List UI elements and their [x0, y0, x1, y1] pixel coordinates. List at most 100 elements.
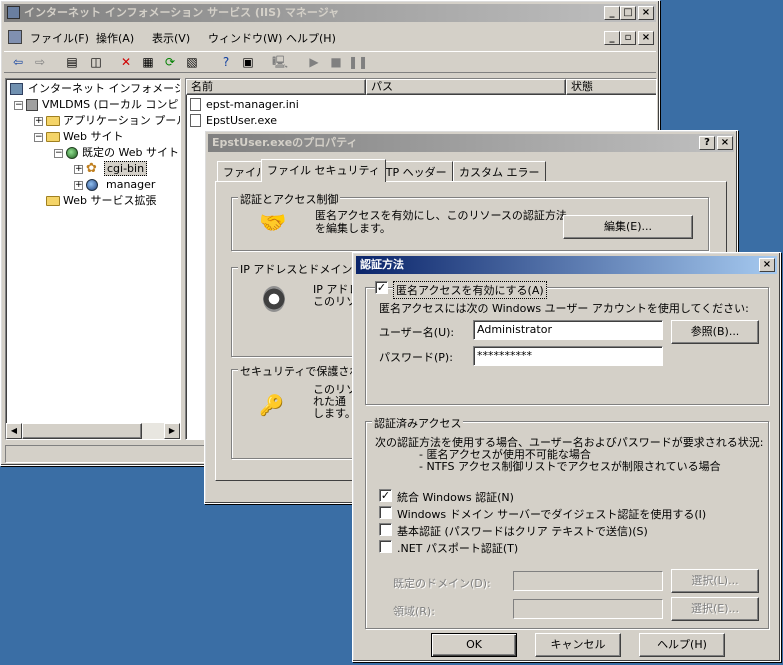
exe-file-icon — [190, 114, 201, 127]
server-icon — [26, 99, 38, 111]
mmc-icon-2[interactable]: ▣ — [238, 52, 258, 72]
help-button-label: ヘルプ(H) — [657, 638, 707, 651]
forward-icon[interactable]: ⇨ — [30, 52, 50, 72]
col-header-path[interactable]: パス — [366, 79, 566, 95]
password-label: パスワード(P): — [379, 351, 453, 364]
show-tree-icon[interactable]: ◫ — [86, 52, 106, 72]
tab-custom-errors[interactable]: カスタム エラー — [453, 161, 546, 181]
menu-view[interactable]: 表示(V) — [152, 30, 190, 46]
minimize-button[interactable]: _ — [604, 6, 620, 20]
col-header-status[interactable]: 状態 — [566, 79, 656, 95]
realm-label: 領域(R): — [393, 605, 435, 618]
realm-input[interactable] — [513, 599, 663, 619]
col-status-label: 状態 — [571, 80, 593, 93]
tree-server[interactable]: VMLDMS (ローカル コンピ — [26, 97, 178, 113]
list-item[interactable]: epst-manager.ini — [190, 97, 299, 113]
basic-checkbox[interactable] — [379, 523, 392, 536]
key-icon: 🔑 — [259, 393, 284, 417]
cancel-button[interactable]: キャンセル — [535, 633, 621, 657]
expand-server-icon[interactable]: − — [14, 101, 23, 110]
expand-manager-icon[interactable]: + — [74, 181, 83, 190]
tree-web-sites[interactable]: Web サイト — [46, 129, 123, 145]
help-icon[interactable]: ? — [216, 52, 236, 72]
tree-root[interactable]: インターネット インフォメーション — [10, 81, 180, 97]
anon-checkbox[interactable]: ✓ — [375, 281, 388, 294]
folder-icon — [46, 132, 60, 142]
default-domain-input[interactable] — [513, 571, 663, 591]
help-button[interactable]: ヘルプ(H) — [639, 633, 725, 657]
gear-icon: ✿ — [86, 161, 97, 176]
expand-cgi-bin-icon[interactable]: + — [74, 165, 83, 174]
back-icon[interactable]: ⇦ — [8, 52, 28, 72]
tab-file-security[interactable]: ファイル セキュリティ — [261, 159, 386, 182]
integrated-label[interactable]: 統合 Windows 認証(N) — [397, 489, 514, 505]
scroll-thumb[interactable] — [22, 423, 142, 439]
child-restore-button[interactable]: ▫ — [620, 31, 636, 45]
export-icon[interactable]: ▧ — [182, 52, 202, 72]
tree-manager[interactable]: manager — [86, 177, 155, 193]
properties-icon[interactable]: ▦ — [138, 52, 158, 72]
cancel-button-label: キャンセル — [550, 638, 606, 651]
delete-icon[interactable]: ✕ — [116, 52, 136, 72]
password-input[interactable]: ********** — [473, 346, 663, 366]
menu-file[interactable]: ファイル(F) — [30, 30, 89, 46]
up-folder-icon[interactable]: ▤ — [62, 52, 82, 72]
tree-cgi-bin[interactable]: ✿ cgi-bin — [86, 161, 148, 177]
properties-title-text: EpstUser.exeのプロパティ — [212, 136, 358, 149]
tree-web-ext[interactable]: Web サービス拡張 — [46, 193, 156, 209]
username-input[interactable]: Administrator — [473, 320, 663, 340]
ok-button[interactable]: OK — [431, 633, 517, 657]
iis-title-bar[interactable]: インターネット インフォメーション サービス (IIS) マネージャ — [4, 4, 656, 22]
col-name-label: 名前 — [191, 80, 213, 93]
tree-default-site[interactable]: 既定の Web サイト — [66, 145, 179, 161]
child-close-button[interactable]: × — [638, 31, 654, 45]
passport-label[interactable]: .NET パスポート認証(T) — [397, 540, 518, 556]
maximize-button[interactable]: □ — [620, 6, 636, 20]
expand-web-sites-icon[interactable]: − — [34, 133, 43, 142]
expand-app-pool-icon[interactable]: + — [34, 117, 43, 126]
pause-icon[interactable]: ❚❚ — [348, 52, 368, 72]
integrated-checkbox[interactable]: ✓ — [379, 489, 392, 502]
props-tab-strip: ファイル ファイル セキュリティ HTTP ヘッダー カスタム エラー — [215, 159, 725, 182]
tab-custom-errors-label: カスタム エラー — [459, 166, 540, 179]
select-domain-button[interactable]: 選択(L)... — [671, 569, 759, 593]
edit-button[interactable]: 編集(E)... — [563, 215, 693, 239]
col-header-name[interactable]: 名前 — [186, 79, 366, 95]
menu-window[interactable]: ウィンドウ(W) — [208, 30, 282, 46]
menu-help[interactable]: ヘルプ(H) — [286, 30, 336, 46]
digest-checkbox[interactable] — [379, 506, 392, 519]
scroll-right-button[interactable]: ▶ — [164, 423, 180, 439]
passport-checkbox[interactable] — [379, 540, 392, 553]
digest-label[interactable]: Windows ドメイン サーバーでダイジェスト認証を使用する(I) — [397, 506, 706, 522]
props-help-button[interactable]: ? — [699, 136, 715, 150]
refresh-icon[interactable]: ⟳ — [160, 52, 180, 72]
child-minimize-button[interactable]: _ — [604, 31, 620, 45]
select-realm-button[interactable]: 選択(E)... — [671, 597, 759, 621]
tree-cgi-bin-label: cgi-bin — [104, 161, 148, 176]
lock-icon — [263, 286, 285, 312]
expand-default-site-icon[interactable]: − — [54, 149, 63, 158]
menu-action[interactable]: 操作(A) — [96, 30, 134, 46]
handshake-icon: 🤝 — [259, 211, 287, 236]
ini-file-icon — [190, 98, 201, 111]
folder-icon — [46, 116, 60, 126]
scroll-left-button[interactable]: ◀ — [6, 423, 22, 439]
play-icon[interactable]: ▶ — [304, 52, 324, 72]
auth-close-button[interactable]: × — [759, 258, 775, 272]
menu-bar: ファイル(F) 操作(A) 表示(V) ウィンドウ(W) ヘルプ(H) _ ▫ … — [4, 27, 656, 47]
list-item[interactable]: EpstUser.exe — [190, 113, 277, 129]
stop-icon[interactable]: ■ — [326, 52, 346, 72]
auth-title-bar[interactable]: 認証方法 — [356, 256, 777, 274]
auth-methods-dialog: 認証方法 × ✓ 匿名アクセスを有効にする(A) 匿名アクセスには次の Wind… — [352, 252, 781, 662]
anon-checkbox-label[interactable]: 匿名アクセスを有効にする(A) — [393, 281, 547, 299]
tree-app-pool[interactable]: アプリケーション プール — [46, 113, 180, 129]
tree-hscroll[interactable]: ◀ ▶ — [6, 423, 180, 439]
properties-title-bar[interactable]: EpstUser.exeのプロパティ — [208, 134, 734, 152]
browse-button[interactable]: 参照(B)... — [671, 320, 759, 344]
basic-label[interactable]: 基本認証 (パスワードはクリア テキストで送信)(S) — [397, 523, 648, 539]
close-button[interactable]: × — [638, 6, 654, 20]
computer-icon[interactable]: 🖳 — [270, 52, 290, 72]
props-close-button[interactable]: × — [717, 136, 733, 150]
iis-title-text: インターネット インフォメーション サービス (IIS) マネージャ — [24, 6, 340, 19]
username-value: Administrator — [477, 323, 552, 336]
